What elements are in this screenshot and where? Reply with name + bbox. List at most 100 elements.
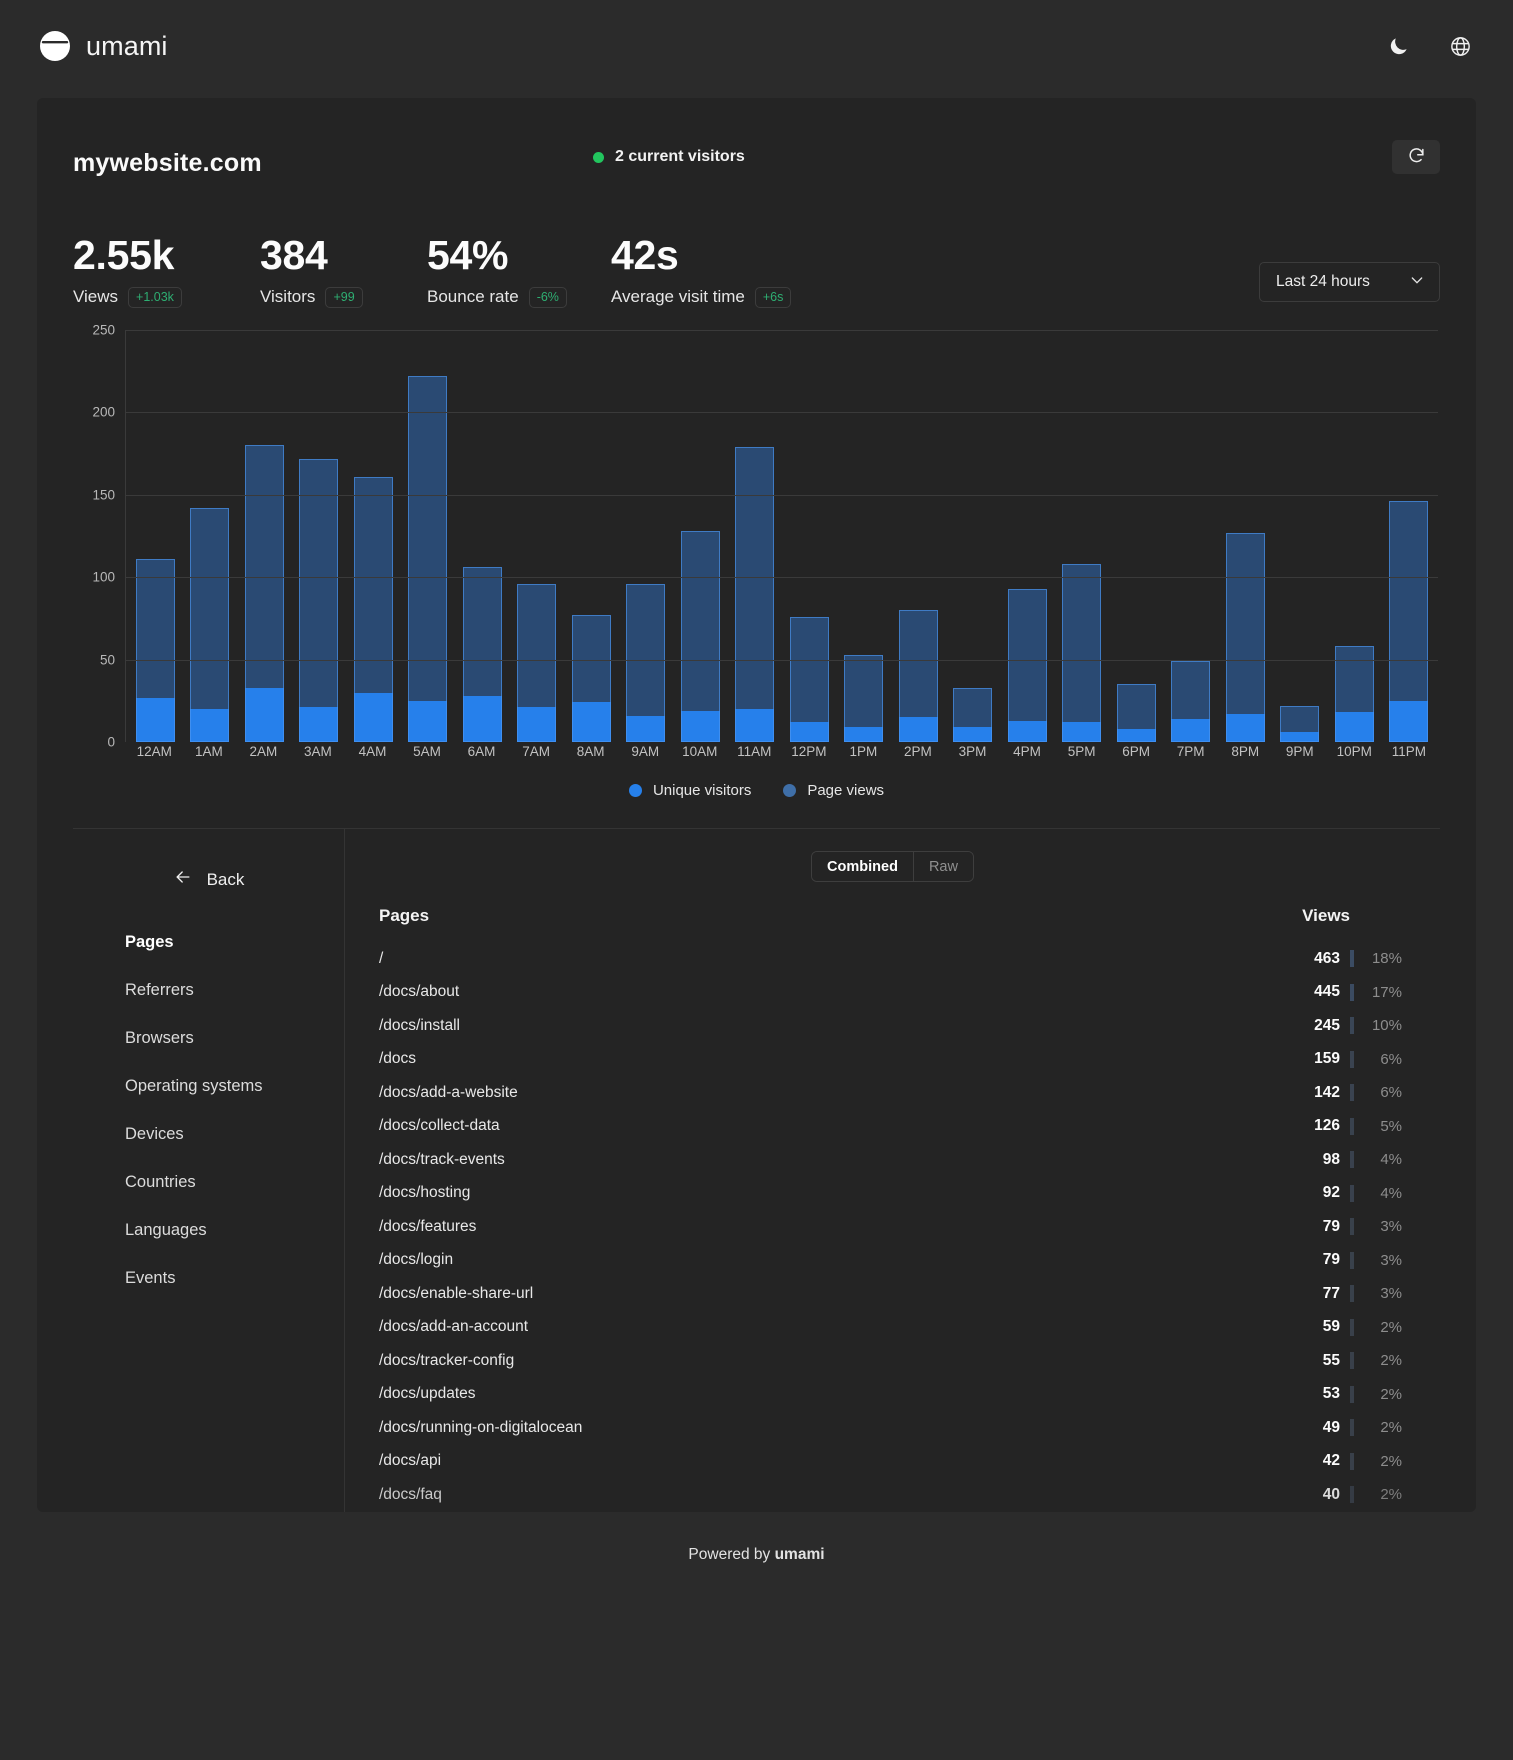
bar-segment-unique-visitors — [735, 709, 774, 742]
sidebar-item-pages[interactable]: Pages — [125, 918, 344, 966]
chart-bar[interactable] — [510, 330, 565, 742]
toggle-option-raw[interactable]: Raw — [914, 852, 973, 881]
table-cell-page: / — [379, 950, 1274, 968]
chart-bar[interactable] — [1164, 330, 1219, 742]
details-panel: Combined Raw Pages Views /46318%/docs/ab… — [345, 829, 1440, 1512]
chart-bar[interactable] — [237, 330, 292, 742]
moon-icon[interactable] — [1385, 33, 1411, 59]
sidebar-item-devices[interactable]: Devices — [125, 1110, 344, 1158]
table-row[interactable]: /docs/login793% — [379, 1244, 1406, 1278]
table-row[interactable]: /docs/features793% — [379, 1210, 1406, 1244]
toggle-option-combined[interactable]: Combined — [812, 852, 914, 881]
chart-bar[interactable] — [401, 330, 456, 742]
metric-label: Visitors — [260, 287, 315, 307]
globe-icon[interactable] — [1447, 33, 1473, 59]
chart-bar[interactable] — [1000, 330, 1055, 742]
sidebar-item-events[interactable]: Events — [125, 1254, 344, 1302]
x-axis-tick: 3AM — [291, 744, 346, 759]
legend-item-page-views[interactable]: Page views — [783, 782, 884, 799]
metric-change-badge: +6s — [755, 287, 792, 309]
chart-bar[interactable] — [891, 330, 946, 742]
footer: Powered by umami — [0, 1512, 1513, 1592]
sidebar-item-languages[interactable]: Languages — [125, 1206, 344, 1254]
table-row[interactable]: /docs1596% — [379, 1043, 1406, 1077]
table-row[interactable]: /docs/api422% — [379, 1445, 1406, 1479]
bar-segment-page-views — [136, 559, 175, 697]
view-toggle-wrap: Combined Raw — [379, 851, 1406, 882]
table-cell-percent: 6% — [1350, 1084, 1406, 1101]
x-axis-tick: 9AM — [618, 744, 673, 759]
table-cell-percent: 2% — [1350, 1319, 1406, 1336]
table-row[interactable]: /docs/enable-share-url773% — [379, 1277, 1406, 1311]
sidebar-item-browsers[interactable]: Browsers — [125, 1014, 344, 1062]
chart-bar[interactable] — [673, 330, 728, 742]
chart-bars — [126, 330, 1438, 742]
date-range-label: Last 24 hours — [1276, 273, 1370, 291]
table-row[interactable]: /docs/running-on-digitalocean492% — [379, 1411, 1406, 1445]
y-axis-tick: 50 — [100, 652, 115, 667]
metric-value: 54% — [427, 233, 601, 277]
table-row[interactable]: /docs/tracker-config552% — [379, 1344, 1406, 1378]
sidebar-item-operating-systems[interactable]: Operating systems — [125, 1062, 344, 1110]
chart-gridline — [126, 412, 1438, 413]
percent-bar — [1350, 1419, 1354, 1436]
table-row[interactable]: /docs/hosting924% — [379, 1177, 1406, 1211]
metric-change-badge: +99 — [325, 287, 362, 309]
chart-bar[interactable] — [946, 330, 1001, 742]
live-dot-icon — [593, 152, 604, 163]
bar-segment-page-views — [681, 531, 720, 711]
chart-bar[interactable] — [837, 330, 892, 742]
sidebar-item-referrers[interactable]: Referrers — [125, 966, 344, 1014]
table-body: /46318%/docs/about44517%/docs/install245… — [379, 942, 1406, 1512]
bar-segment-unique-visitors — [190, 709, 229, 742]
chart-bar[interactable] — [292, 330, 347, 742]
legend-item-unique-visitors[interactable]: Unique visitors — [629, 782, 751, 799]
chart-bar[interactable] — [1327, 330, 1382, 742]
chart-gridline — [126, 330, 1438, 331]
metric-average-visit-time: 42s Average visit time +6s — [611, 233, 811, 308]
current-visitors: 2 current visitors — [593, 148, 745, 166]
table-row[interactable]: /46318% — [379, 942, 1406, 976]
table-row[interactable]: /docs/add-a-website1426% — [379, 1076, 1406, 1110]
chart-bar[interactable] — [128, 330, 183, 742]
y-axis-tick: 200 — [92, 405, 115, 420]
chart-bar[interactable] — [782, 330, 837, 742]
percent-label: 2% — [1380, 1419, 1402, 1436]
chart-bar[interactable] — [1218, 330, 1273, 742]
table-cell-percent: 4% — [1350, 1151, 1406, 1168]
table-row[interactable]: /docs/track-events984% — [379, 1143, 1406, 1177]
table-cell-views: 142 — [1274, 1084, 1350, 1102]
table-header: Pages Views — [379, 900, 1406, 942]
percent-label: 4% — [1380, 1151, 1402, 1168]
chart-bar[interactable] — [619, 330, 674, 742]
current-visitors-label: 2 current visitors — [615, 148, 745, 166]
table-row[interactable]: /docs/add-an-account592% — [379, 1311, 1406, 1345]
chart-bar[interactable] — [455, 330, 510, 742]
refresh-button[interactable] — [1392, 140, 1440, 174]
bar-segment-page-views — [1389, 501, 1428, 700]
table-row[interactable]: /docs/updates532% — [379, 1378, 1406, 1412]
table-cell-page: /docs/features — [379, 1218, 1274, 1236]
chart-bar[interactable] — [1055, 330, 1110, 742]
chart-bar[interactable] — [346, 330, 401, 742]
table-row[interactable]: /docs/about44517% — [379, 976, 1406, 1010]
date-range-select[interactable]: Last 24 hours — [1259, 262, 1440, 302]
chart-gridline — [126, 577, 1438, 578]
chart-bar[interactable] — [564, 330, 619, 742]
table-row[interactable]: /docs/faq402% — [379, 1478, 1406, 1512]
table-cell-views: 77 — [1274, 1285, 1350, 1303]
chart-bar[interactable] — [728, 330, 783, 742]
back-button[interactable]: Back — [73, 857, 344, 892]
brand[interactable]: umami — [38, 29, 168, 63]
chart-bar[interactable] — [1109, 330, 1164, 742]
x-axis-tick: 7AM — [509, 744, 564, 759]
chart-bar[interactable] — [1382, 330, 1437, 742]
x-axis-tick: 8PM — [1218, 744, 1273, 759]
table-row[interactable]: /docs/install24510% — [379, 1009, 1406, 1043]
chart-bar[interactable] — [183, 330, 238, 742]
chart-bar[interactable] — [1273, 330, 1328, 742]
table-row[interactable]: /docs/collect-data1265% — [379, 1110, 1406, 1144]
bar-segment-unique-visitors — [1171, 719, 1210, 742]
table-cell-page: /docs/login — [379, 1251, 1274, 1269]
sidebar-item-countries[interactable]: Countries — [125, 1158, 344, 1206]
